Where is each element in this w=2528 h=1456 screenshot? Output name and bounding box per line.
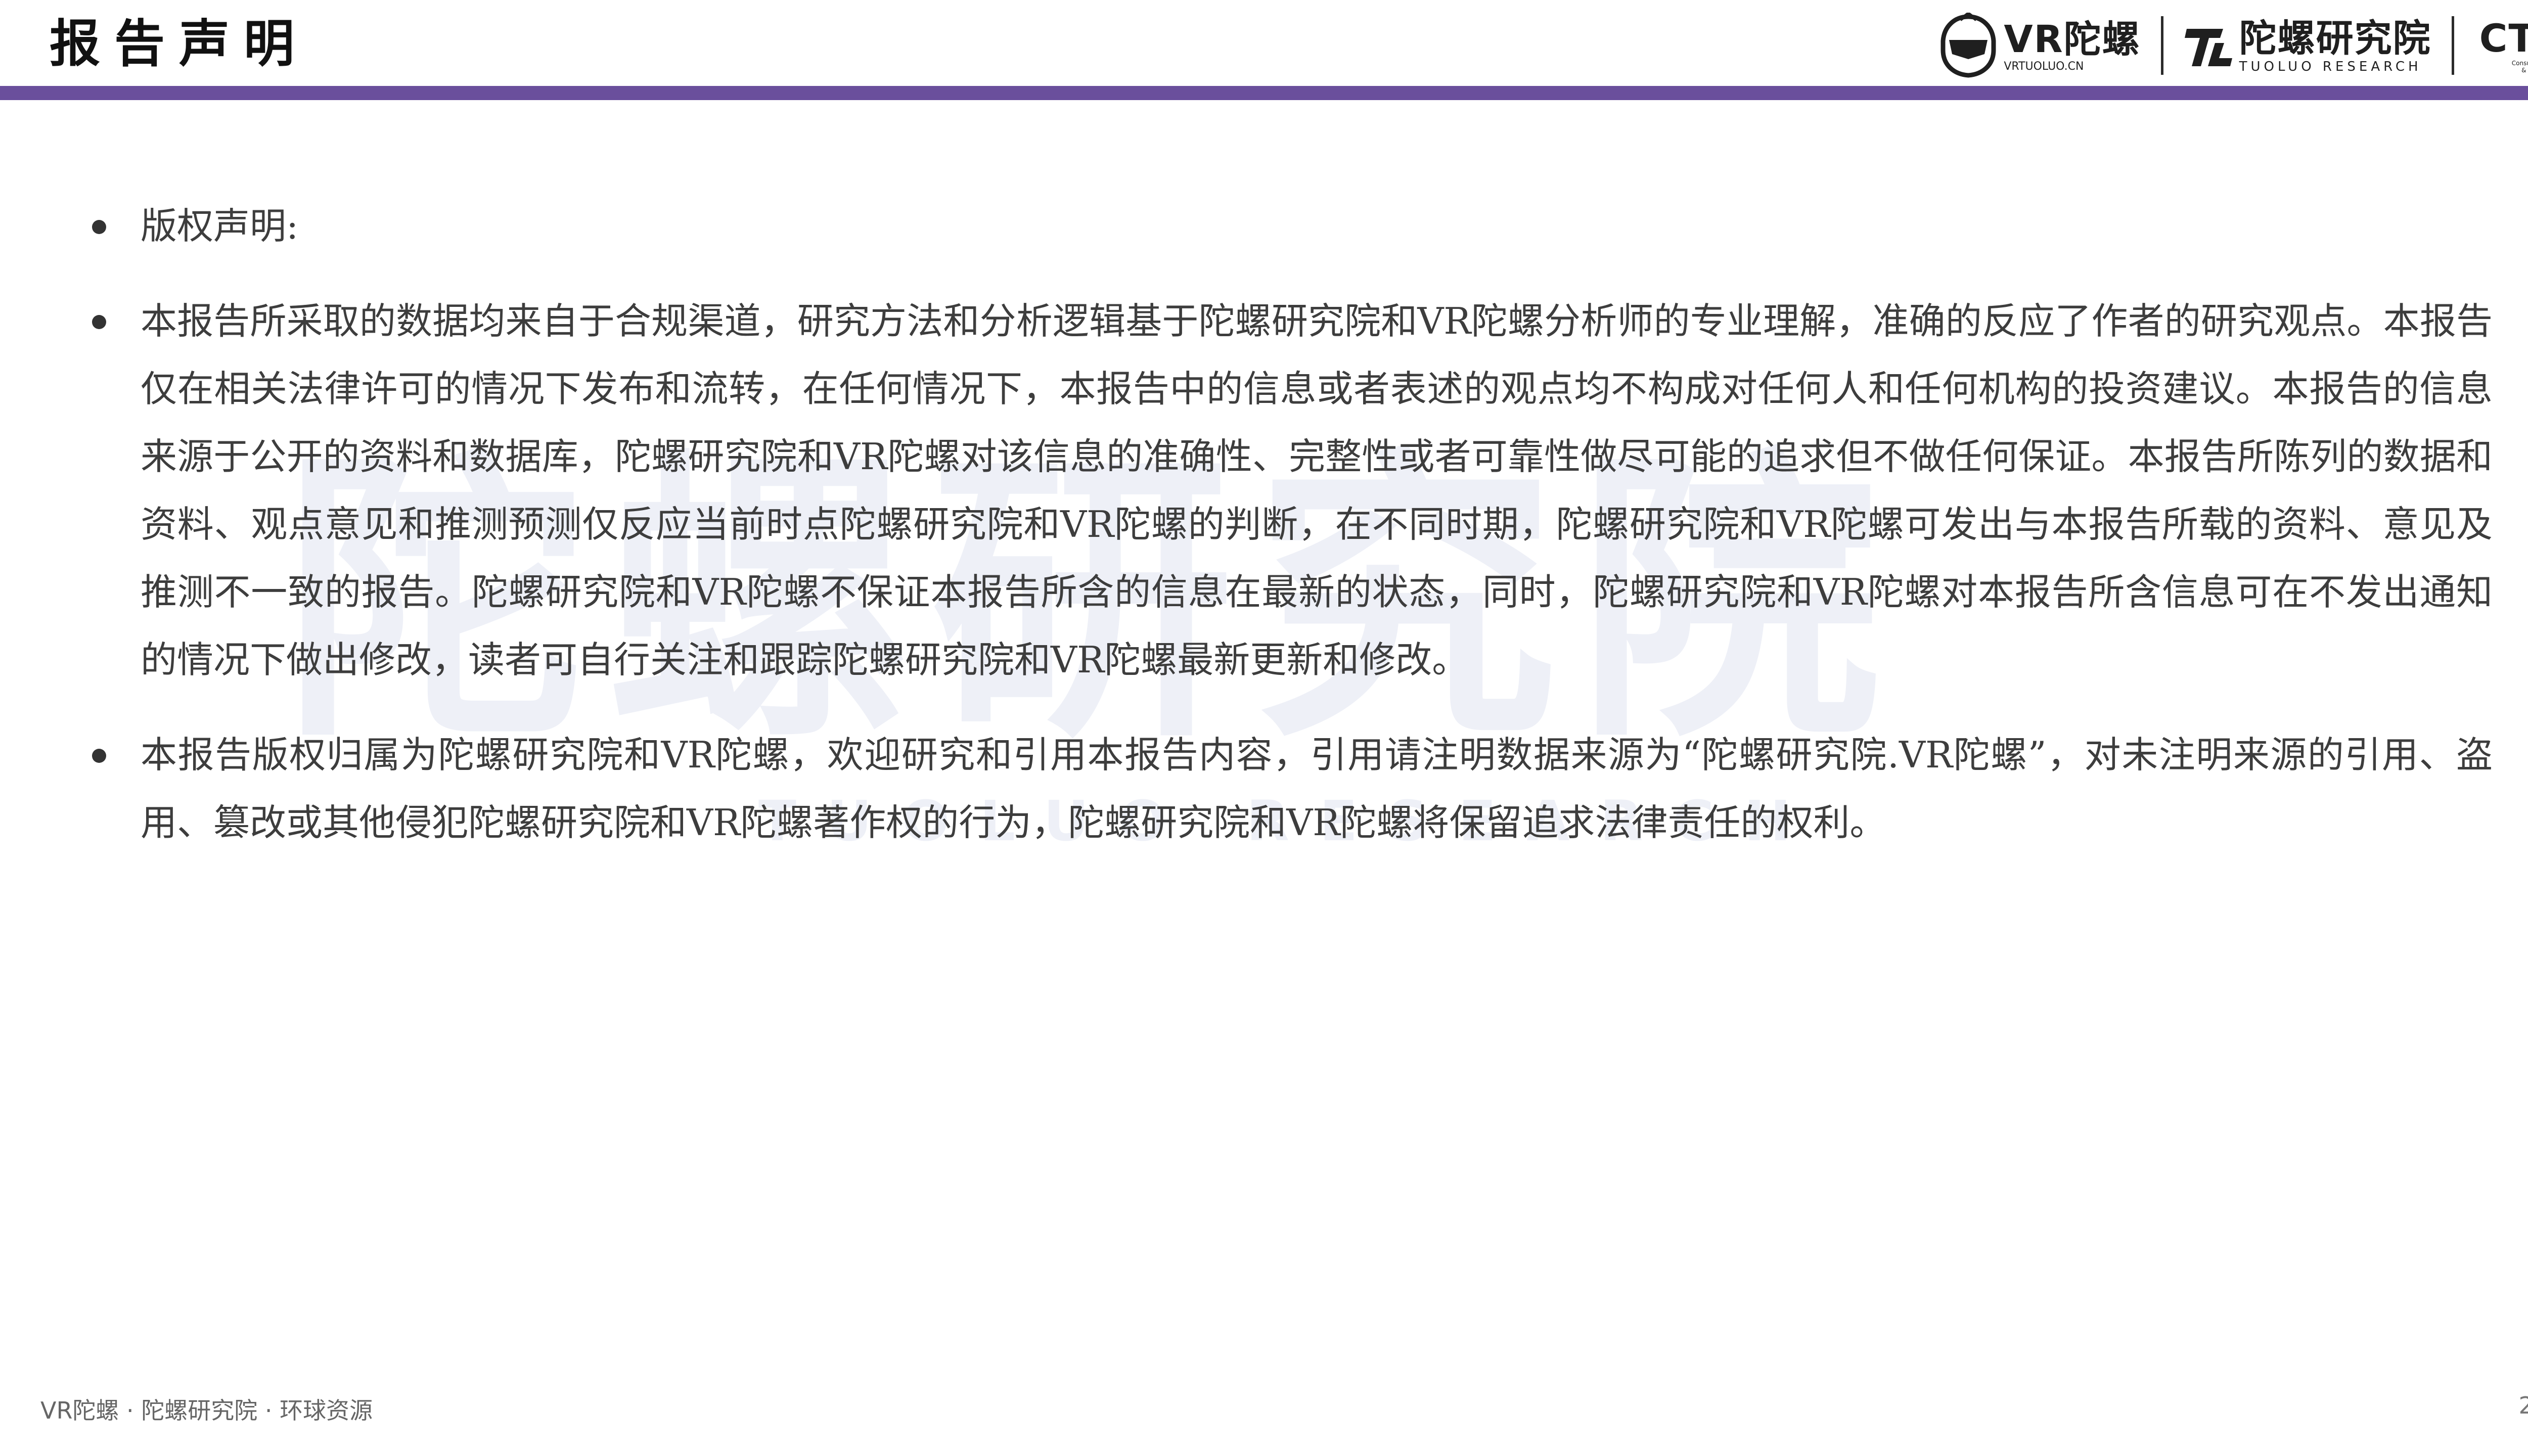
disclaimer-paragraph: 本报告所采取的数据均来自于合规渠道，研究方法和分析逻辑基于陀螺研究院和VR陀螺分… [141,300,2493,681]
tl-mark-icon [2184,29,2232,66]
research-logo-text: 陀螺研究院 TUOLUO RESEARCH [2239,17,2431,74]
footer-source: VR陀螺 · 陀螺研究院 · 环球资源 [40,1397,373,1424]
ctis-logo: CTiS Consumer Technology & Innovation Sh… [2474,10,2528,81]
statement-content: 版权声明: 本报告所采取的数据均来自于合规渠道，研究方法和分析逻辑基于陀螺研究院… [86,192,2493,884]
list-item: 本报告版权归属为陀螺研究院和VR陀螺，欢迎研究和引用本报告内容，引用请注明数据来… [86,721,2493,856]
ctis-logo-sub2: & Innovation Show [2521,67,2528,74]
logo-divider [2160,16,2163,75]
bullet-dot-icon [92,315,106,329]
ctis-logo-text: CTiS Consumer Technology & Innovation Sh… [2479,17,2528,74]
logo-divider [2451,16,2454,75]
research-logo-sub: TUOLUO RESEARCH [2239,59,2422,74]
vr-logo-sub: VRTUOLUO.CN [2004,60,2084,73]
copyright-heading: 版权声明: [141,205,299,247]
vr-logo-text: VR陀螺 VRTUOLUO.CN [2004,18,2140,73]
header-logos: VR陀螺 VRTUOLUO.CN 陀螺研究院 TUOLUO RESEARCH C… [1938,10,2528,81]
bullet-dot-icon [92,220,106,234]
vr-logo-main: VR陀螺 [2004,18,2141,61]
bullet-dot-icon [92,749,106,763]
copyright-paragraph: 本报告版权归属为陀螺研究院和VR陀螺，欢迎研究和引用本报告内容，引用请注明数据来… [141,734,2493,844]
page-header: 报告声明 VR陀螺 VRTUOLUO.CN 陀螺研究院 TUOLUO RESEA… [0,0,2528,101]
helmet-icon [1940,13,1996,78]
tuoluo-research-logo: 陀螺研究院 TUOLUO RESEARCH [2184,10,2431,81]
header-accent-bar [0,86,2528,100]
page-title: 报告声明 [50,14,308,73]
vr-tuoluo-logo: VR陀螺 VRTUOLUO.CN [1938,10,2140,81]
list-item: 版权声明: [86,192,2493,260]
ctis-logo-main: CTiS [2479,16,2528,61]
research-logo-main: 陀螺研究院 [2239,17,2431,60]
page-number: 27 [2518,1392,2528,1419]
list-item: 本报告所采取的数据均来自于合规渠道，研究方法和分析逻辑基于陀螺研究院和VR陀螺分… [86,287,2493,694]
ctis-logo-sub1: Consumer Technology [2511,60,2528,67]
